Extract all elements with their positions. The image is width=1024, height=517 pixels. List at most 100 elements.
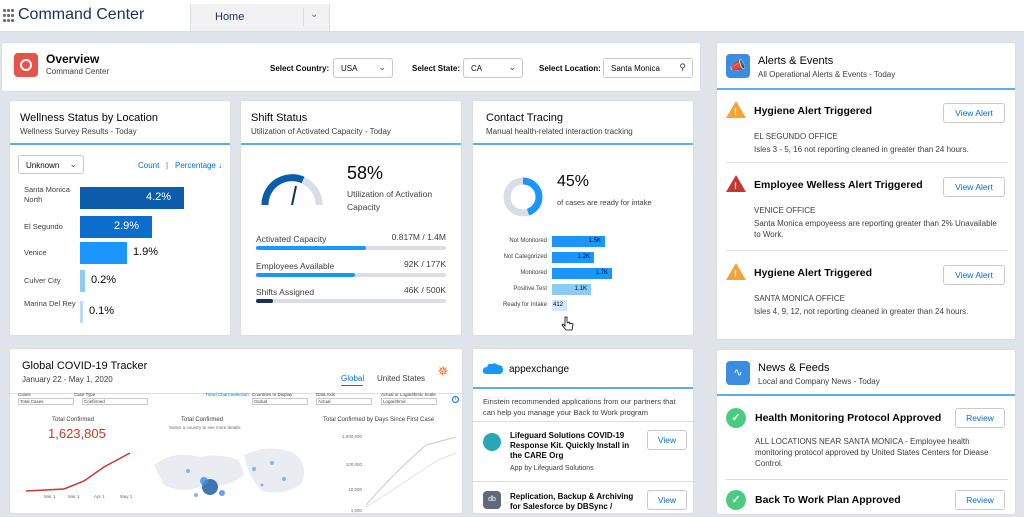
view-app-button[interactable]: View xyxy=(647,430,687,450)
view-app-button[interactable]: View xyxy=(647,490,687,510)
state-select[interactable]: CA ⌄ xyxy=(463,58,523,78)
app-header: Command Center Home ⌄ xyxy=(0,0,1024,32)
location-search-input[interactable]: Santa Monica ⚲ xyxy=(603,58,693,78)
contact-bar-label: Ready for Intake xyxy=(502,302,547,308)
progress-label: Employees Available xyxy=(256,261,335,271)
contact-bar-label: Not Monitored xyxy=(509,238,547,244)
news-subtitle: Local and Company News - Today xyxy=(758,377,880,386)
progress-value: 46K / 500K xyxy=(403,285,446,295)
megaphone-icon: 📣 xyxy=(726,54,750,78)
alert-office: EL SEGUNDO OFFICE xyxy=(754,132,838,141)
warning-icon: ! xyxy=(726,263,746,280)
intake-caption: of cases are ready for intake xyxy=(557,198,652,207)
wellness-filter-value: Unknown xyxy=(26,161,60,170)
world-map[interactable] xyxy=(144,435,314,513)
covid-title: Global COVID-19 Tracker xyxy=(22,360,148,372)
contact-bar-value: 1.2K xyxy=(577,254,590,260)
card-divider xyxy=(473,387,693,389)
contact-bar-value: 1.7K xyxy=(595,270,608,276)
alert-text: Isles 4, 9, 12, not reporting cleaned in… xyxy=(754,307,969,316)
app-launcher-icon[interactable] xyxy=(3,9,14,23)
contact-bar-value: 412 xyxy=(552,302,563,308)
toggle-separator: | xyxy=(166,161,169,170)
state-label: Select State: xyxy=(412,64,461,73)
appexchange-title: appexchange xyxy=(509,364,570,375)
view-alert-button[interactable]: View Alert xyxy=(943,177,1005,197)
warning-mark: ! xyxy=(734,269,737,279)
country-select[interactable]: USA ⌄ xyxy=(333,58,393,78)
app-name[interactable]: Replication, Backup & Archiving for Sale… xyxy=(510,492,638,513)
axis-tick-label: Mar 1 xyxy=(44,494,56,499)
contact-bar-value: 1.5K xyxy=(588,238,601,244)
tab-separator xyxy=(303,8,304,26)
success-check-icon: ✓ xyxy=(726,490,746,510)
success-check-icon: ✓ xyxy=(726,408,746,428)
chevron-down-icon: ⌄ xyxy=(69,159,77,169)
card-divider xyxy=(473,143,693,145)
dbsync-icon: db xyxy=(483,491,501,509)
info-icon[interactable]: i xyxy=(452,396,459,403)
lifeguard-icon xyxy=(483,433,501,451)
covid-filter-select[interactable]: Actual xyxy=(316,398,372,405)
progress-fill xyxy=(256,299,273,303)
divider xyxy=(726,479,1008,480)
axis-tick-label: 10,000 xyxy=(348,487,362,492)
wellness-filter-select[interactable]: Unknown ⌄ xyxy=(18,155,84,174)
divider xyxy=(726,250,1008,251)
alert-office: SANTA MONICA OFFICE xyxy=(754,294,845,303)
axis-tick-label: May 1 xyxy=(120,494,133,499)
bar-label: Venice xyxy=(24,248,47,257)
divider xyxy=(726,162,1008,163)
tab-home[interactable]: Home ⌄ xyxy=(190,4,330,31)
covid-filter-label: Case Type xyxy=(74,392,96,397)
view-alert-button[interactable]: View Alert xyxy=(943,103,1005,123)
covid-filter-label: Countries to Display xyxy=(252,392,293,397)
axis-tick-label: Apr 1 xyxy=(94,494,105,499)
app-name[interactable]: Lifeguard Solutions COVID-19 Response Ki… xyxy=(510,431,638,461)
review-button[interactable]: Review xyxy=(955,490,1005,510)
covid-filter-label: Data Axis xyxy=(316,392,336,397)
warning-icon: ! xyxy=(726,101,746,118)
shift-title: Shift Status xyxy=(251,112,308,124)
chevron-down-icon[interactable]: ⌄ xyxy=(310,9,318,20)
contact-bar-label: Positive Test xyxy=(513,286,547,292)
salesforce-cloud-icon xyxy=(482,363,503,374)
alerts-subtitle: All Operational Alerts & Events - Today xyxy=(758,70,896,79)
map-title: Total Confirmed xyxy=(181,417,224,423)
contact-bar-label: Monitored xyxy=(520,270,547,276)
app-publisher: App by Lifeguard Solutions xyxy=(510,465,594,472)
covid-filter-select[interactable]: Total Cases xyxy=(18,398,74,405)
count-toggle[interactable]: Count xyxy=(138,161,159,170)
percentage-toggle[interactable]: Percentage ↓ xyxy=(175,161,222,170)
shift-subtitle: Utilization of Activated Capacity - Toda… xyxy=(251,127,391,136)
axis-tick-label: 1,000,000 xyxy=(341,434,362,439)
tab-united-states[interactable]: United States xyxy=(377,374,425,383)
divider xyxy=(473,421,693,422)
location-label: Select Location: xyxy=(539,64,601,73)
days-since-first-case-chart xyxy=(366,436,457,508)
progress-value: 92K / 177K xyxy=(403,259,446,269)
progress-track xyxy=(256,246,446,250)
tab-global[interactable]: Global xyxy=(341,374,364,383)
contact-title: Contact Tracing xyxy=(486,112,564,124)
contact-subtitle: Manual health-related interaction tracki… xyxy=(486,127,633,136)
bar-value: 4.2% xyxy=(146,191,172,203)
bar[interactable] xyxy=(80,270,85,292)
view-alert-button[interactable]: View Alert xyxy=(943,265,1005,285)
news-text: ALL LOCATIONS NEAR SANTA MONICA - Employ… xyxy=(755,437,989,468)
covid-filter-label: Actual or Logarithmic Scale xyxy=(381,392,436,397)
country-value: USA xyxy=(341,64,358,73)
covid-tracker-card: Global COVID-19 Tracker January 22 - May… xyxy=(9,348,463,514)
bar[interactable] xyxy=(80,242,127,264)
covid-filter-select[interactable]: Logarithmic xyxy=(381,398,437,405)
country-label: Select Country: xyxy=(270,64,330,73)
card-divider xyxy=(717,394,1015,396)
covid-filter-select[interactable]: Global xyxy=(252,398,308,405)
progress-track xyxy=(256,299,446,303)
covid-filter-select[interactable]: Confirmed xyxy=(82,398,148,405)
location-value: Santa Monica xyxy=(611,64,660,73)
search-icon[interactable]: ⚲ xyxy=(679,62,686,73)
chevron-down-icon: ⌄ xyxy=(508,62,516,72)
bar[interactable] xyxy=(80,301,83,323)
review-button[interactable]: Review xyxy=(955,408,1005,428)
